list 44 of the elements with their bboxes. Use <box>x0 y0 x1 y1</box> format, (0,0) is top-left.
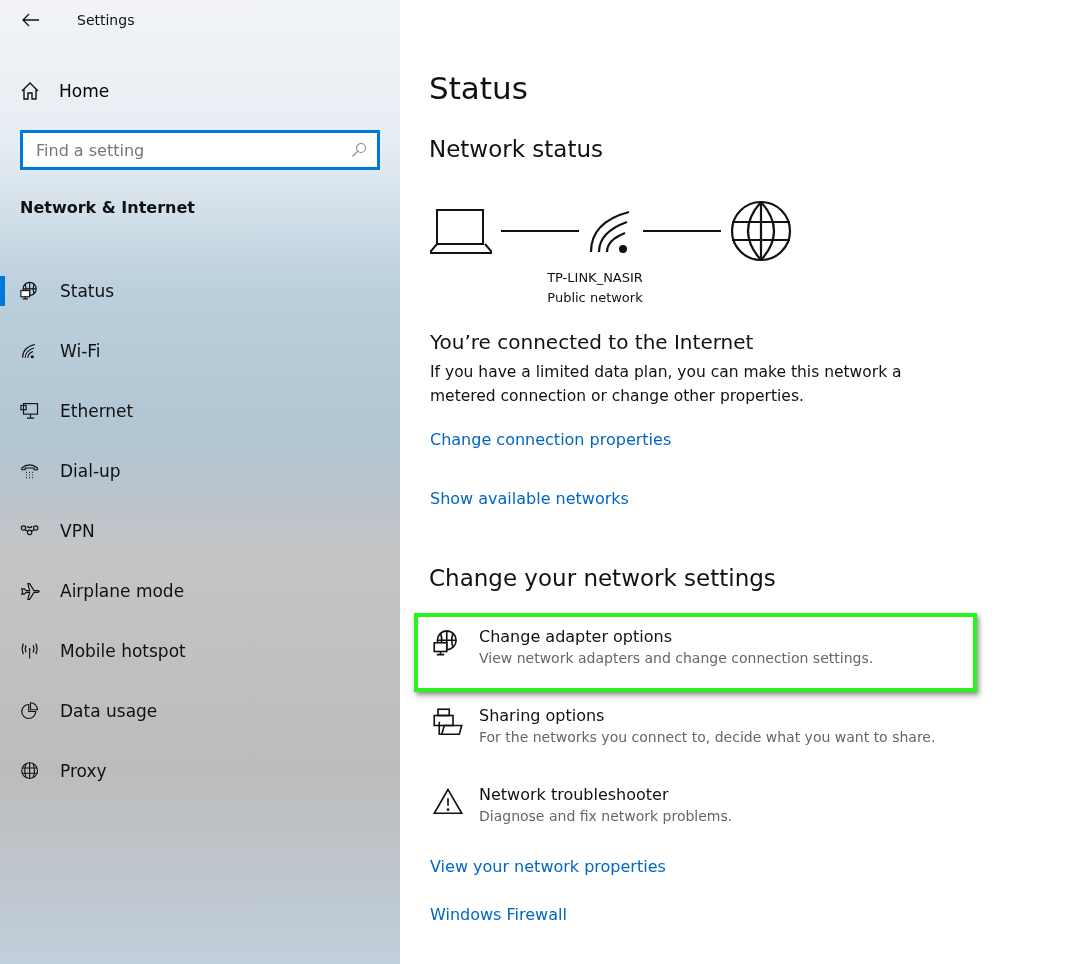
connection-description: If you have a limited data plan, you can make this network a metered connection or change other properties. <box>430 362 903 407</box>
settings-option[interactable]: Network troubleshooter Diagnose and fix network problems. <box>414 771 977 850</box>
laptop-icon <box>430 208 492 254</box>
globe-icon <box>730 200 792 262</box>
search-field[interactable]: Find a setting <box>20 130 380 170</box>
link[interactable]: Show available networks <box>430 489 629 508</box>
sidebar-item[interactable]: VPN <box>0 501 400 561</box>
section-heading: Change your network settings <box>429 565 777 591</box>
option-title: Change adapter options <box>479 627 673 646</box>
monitor-icon <box>20 400 41 422</box>
option-title: Network troubleshooter <box>479 785 670 804</box>
sidebar-item[interactable]: Mobile hotspot <box>0 621 400 681</box>
home-icon <box>20 81 40 101</box>
sidebar-item[interactable]: Ethernet <box>0 381 400 441</box>
sidebar-item[interactable]: Airplane mode <box>0 561 400 621</box>
settings-option[interactable]: Sharing options For the networks you connect to, decide what you want to share. <box>414 692 977 771</box>
settings-option[interactable]: Change adapter options View network adapters and change connection settings. <box>414 613 977 692</box>
search-icon <box>351 142 367 158</box>
link[interactable]: Windows Firewall <box>430 905 567 924</box>
globe-icon <box>20 760 41 782</box>
connection-heading: You’re connected to the Internet <box>430 330 755 354</box>
network-name: TP-LINK_NASIR <box>547 269 643 287</box>
section-heading: Network status <box>429 136 605 162</box>
pie-chart-icon <box>20 700 41 722</box>
sidebar-item[interactable]: Proxy <box>0 741 400 801</box>
sidebar-item[interactable]: Dial-up <box>0 441 400 501</box>
printer-folder-icon <box>433 708 463 738</box>
home-item[interactable]: Home <box>0 66 400 116</box>
back-arrow-icon[interactable] <box>22 13 39 27</box>
sidebar-item[interactable]: Wi-Fi <box>0 321 400 381</box>
page-title: Status <box>429 70 529 106</box>
option-description: View network adapters and change connection settings. <box>479 650 874 666</box>
section-title: Network & Internet <box>20 198 196 217</box>
window-title: Settings <box>77 12 135 28</box>
network-type: Public network <box>547 289 643 307</box>
sidebar-item[interactable]: Status <box>0 261 400 321</box>
option-title: Sharing options <box>479 706 606 725</box>
option-description: Diagnose and fix network problems. <box>479 808 733 824</box>
sidebar-item[interactable]: Data usage <box>0 681 400 741</box>
option-description: For the networks you connect to, decide what you want to share. <box>479 729 936 745</box>
link[interactable]: Change connection properties <box>430 430 672 449</box>
airplane-icon <box>20 580 41 602</box>
warning-icon <box>433 787 463 817</box>
link[interactable]: View your network properties <box>430 857 666 876</box>
